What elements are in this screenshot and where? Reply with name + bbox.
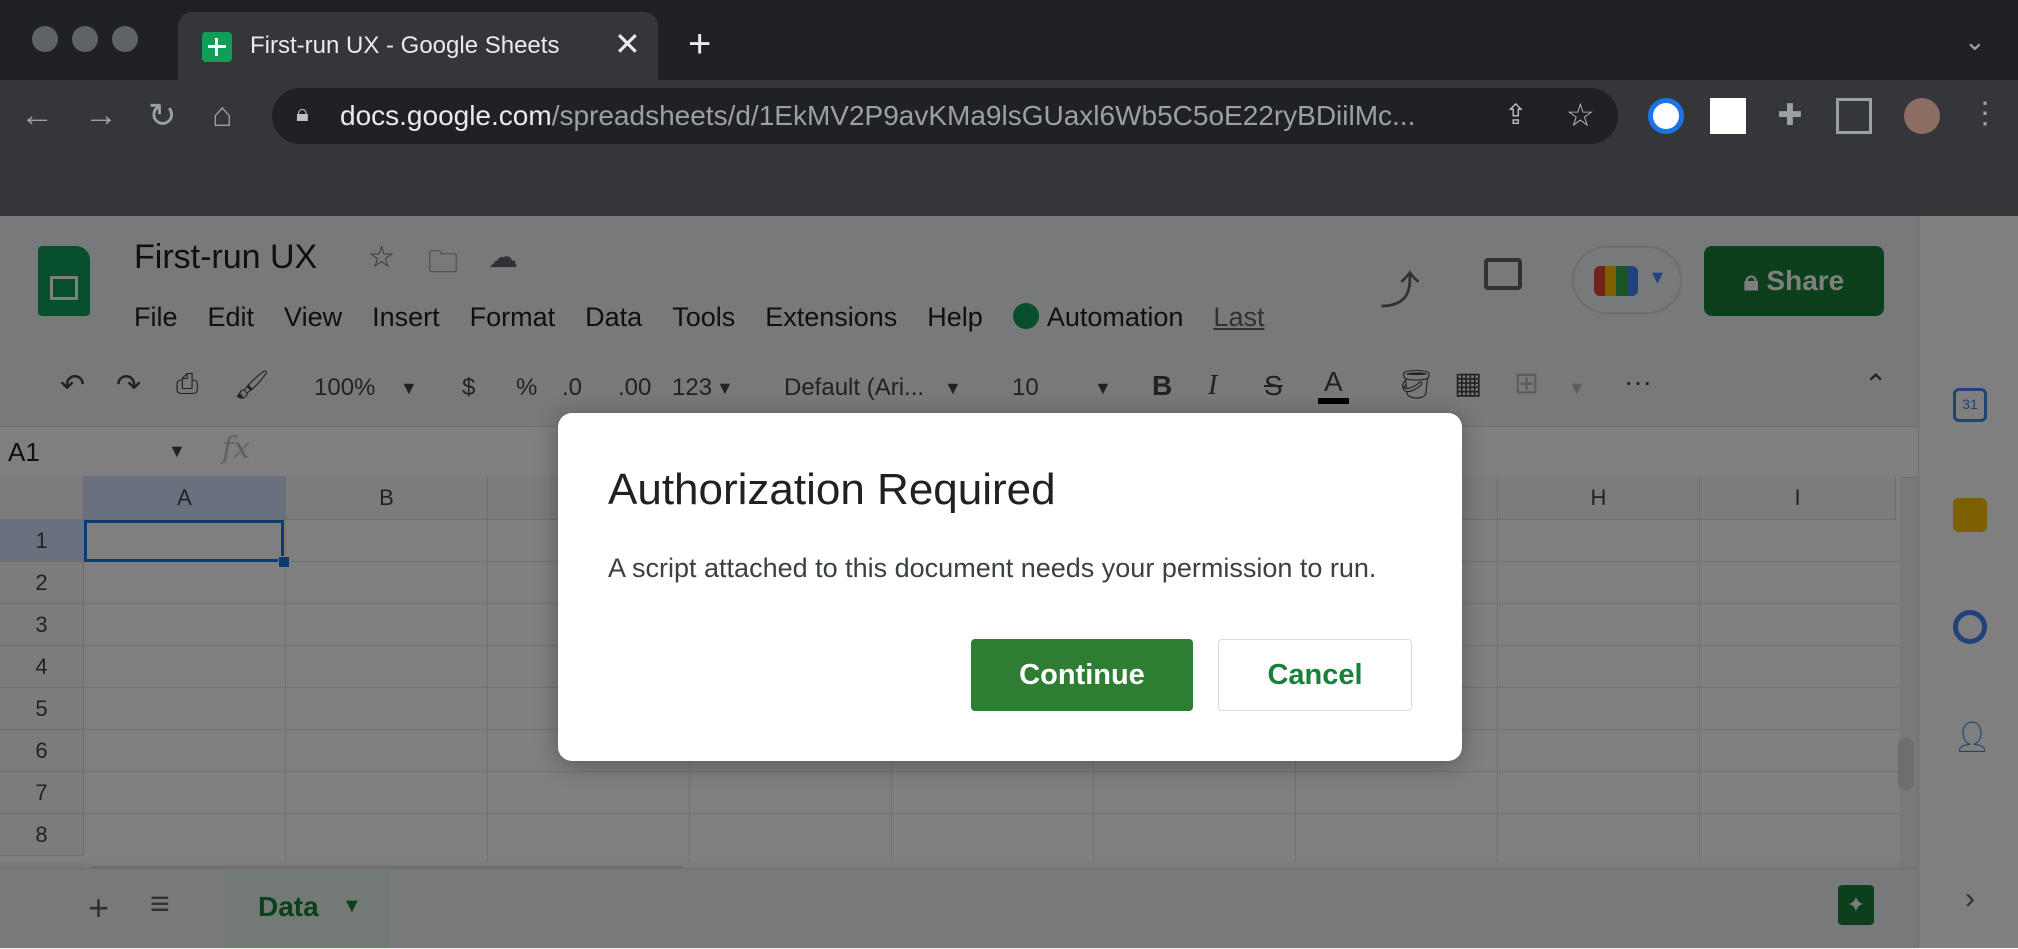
window-minimize-dot[interactable] [72, 26, 98, 52]
window-close-dot[interactable] [32, 26, 58, 52]
window-zoom-dot[interactable] [112, 26, 138, 52]
continue-button[interactable]: Continue [971, 639, 1193, 711]
url-path: /spreadsheets/d/1EkMV2P9avKMa9lsGUaxl6Wb… [551, 100, 1416, 131]
sheets-favicon-icon [202, 32, 232, 62]
profile-avatar[interactable] [1904, 98, 1940, 134]
browser-menu-icon[interactable]: ⋮ [1970, 96, 2000, 131]
owl-extension-icon[interactable] [1710, 98, 1746, 134]
dialog-message: A script attached to this document needs… [608, 553, 1377, 583]
url-domain: docs.google.com [340, 100, 552, 131]
forward-icon[interactable]: → [84, 96, 118, 135]
tab-close-icon[interactable]: ✕ [614, 26, 641, 62]
authorization-dialog: Authorization Required A script attached… [558, 413, 1462, 761]
address-bar[interactable]: 🔒︎ docs.google.com/spreadsheets/d/1EkMV2… [272, 88, 1618, 144]
tab-search-chevron-icon[interactable]: ⌄ [1964, 26, 1986, 57]
bookmark-star-icon[interactable]: ☆ [1566, 96, 1595, 134]
lock-icon[interactable]: 🔒︎ [296, 100, 309, 128]
tab-title: First-run UX - Google Sheets [250, 32, 560, 59]
dialog-title: Authorization Required [608, 465, 1056, 514]
password-manager-extension-icon[interactable] [1648, 98, 1684, 134]
url-text[interactable]: docs.google.com/spreadsheets/d/1EkMV2P9a… [340, 100, 1460, 132]
cancel-button[interactable]: Cancel [1218, 639, 1412, 711]
side-panel-icon[interactable] [1836, 98, 1872, 134]
extensions-puzzle-icon[interactable]: ✚ [1772, 98, 1808, 134]
share-page-icon[interactable]: ⇪ [1504, 98, 1527, 131]
new-tab-button[interactable]: + [688, 24, 711, 64]
home-icon[interactable]: ⌂ [212, 96, 233, 135]
browser-toolbar: ← → ↻ ⌂ 🔒︎ docs.google.com/spreadsheets/… [0, 80, 2018, 216]
reload-icon[interactable]: ↻ [148, 96, 177, 136]
browser-tab-strip: First-run UX - Google Sheets ✕ + ⌄ [0, 0, 2018, 80]
back-icon[interactable]: ← [20, 96, 54, 135]
browser-tab[interactable]: First-run UX - Google Sheets ✕ [178, 12, 658, 80]
